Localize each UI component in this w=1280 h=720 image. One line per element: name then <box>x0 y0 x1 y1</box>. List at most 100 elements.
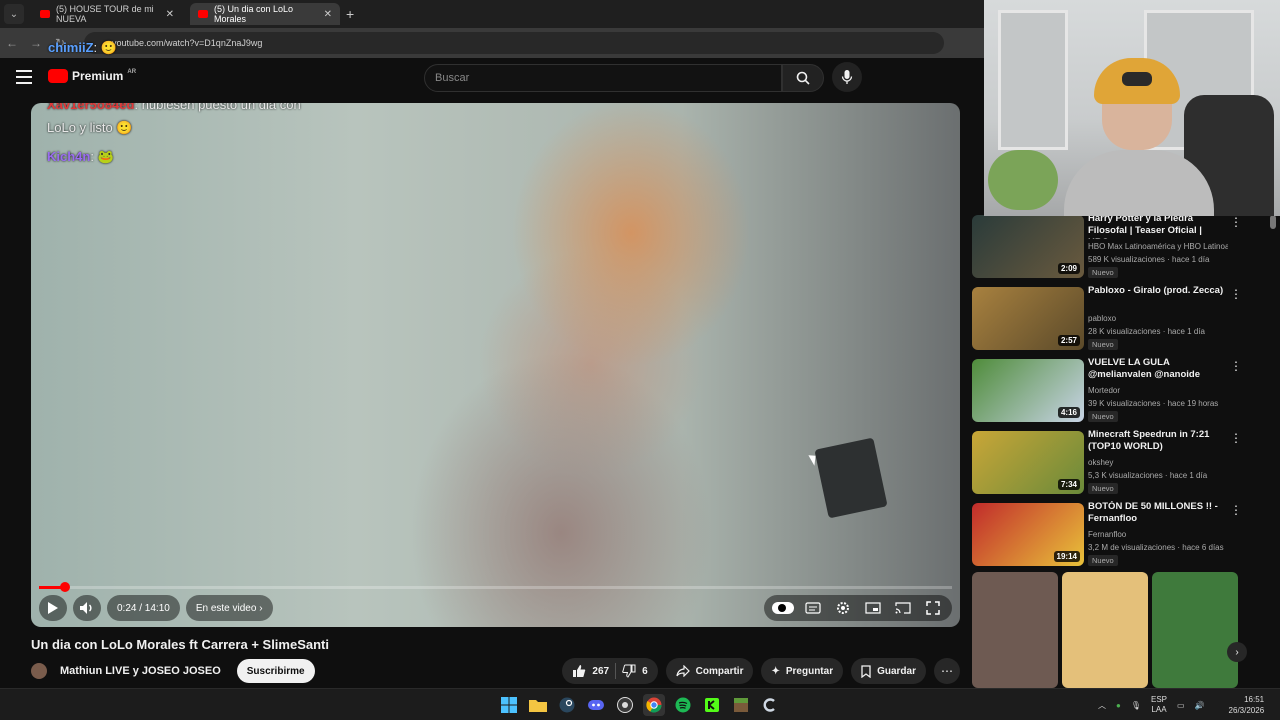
video-thumbnail[interactable]: 19:14 <box>972 503 1084 566</box>
youtube-favicon-icon <box>40 10 50 18</box>
rec-title[interactable]: Minecraft Speedrun in 7:21 (TOP10 WORLD) <box>1088 429 1228 453</box>
volume-button[interactable] <box>73 595 101 621</box>
new-tab-button[interactable]: + <box>346 6 354 22</box>
rec-meta: 28 K visualizaciones · hace 1 día <box>1088 327 1205 336</box>
search-button[interactable] <box>782 64 824 92</box>
rec-channel[interactable]: Mortedor <box>1088 386 1228 395</box>
video-thumbnail[interactable]: 2:57 <box>972 287 1084 350</box>
menu-icon[interactable] <box>16 70 32 84</box>
forward-arrow-icon[interactable]: → <box>24 36 48 50</box>
steam-icon[interactable] <box>556 694 578 716</box>
recommendation-item[interactable]: 7:34 Minecraft Speedrun in 7:21 (TOP10 W… <box>972 429 1272 503</box>
chevron-right-icon[interactable]: › <box>1227 642 1247 662</box>
video-thumbnail[interactable]: 4:16 <box>972 359 1084 422</box>
rec-title[interactable]: Pabloxo - Giralo (prod. Zecca) <box>1088 285 1228 297</box>
short-thumbnail[interactable] <box>1062 572 1148 688</box>
miniplayer-button[interactable] <box>860 597 886 619</box>
lang-layout: LAA <box>1151 705 1167 714</box>
app-c-icon[interactable] <box>759 694 781 716</box>
avatar[interactable] <box>31 663 47 679</box>
kick-icon[interactable] <box>701 694 723 716</box>
autoplay-toggle[interactable] <box>770 597 796 619</box>
tab-search-button[interactable]: ⌄ <box>4 4 24 24</box>
clock[interactable]: 16:51 26/3/2026 <box>1229 694 1265 716</box>
rec-title[interactable]: Harry Potter y la Piedra Filosofal | Tea… <box>1088 213 1228 239</box>
voice-search-button[interactable] <box>832 62 862 92</box>
short-thumbnail[interactable] <box>1152 572 1238 688</box>
discord-icon[interactable] <box>585 694 607 716</box>
play-button[interactable] <box>39 595 67 621</box>
sidebar-scrollbar[interactable] <box>1270 215 1276 229</box>
cast-icon <box>895 602 911 614</box>
subscribe-button[interactable]: Suscribirme <box>236 659 315 683</box>
video-player[interactable]: Xav1er5o84ed: hubiesen puesto un dia con… <box>31 103 960 627</box>
more-vertical-icon[interactable]: ⋮ <box>1230 503 1242 517</box>
recommendation-item[interactable]: 19:14 BOTÓN DE 50 MILLONES !! - Fernanfl… <box>972 501 1272 575</box>
search-input[interactable]: Buscar <box>424 64 782 92</box>
dislike-count[interactable]: 6 <box>642 666 648 677</box>
browser-tab-house-tour[interactable]: (5) HOUSE TOUR de mi NUEVA ✕ <box>32 3 182 25</box>
duration-badge: 4:16 <box>1057 407 1080 418</box>
chrome-icon[interactable] <box>643 694 665 716</box>
recommendation-item[interactable]: 2:57 Pabloxo - Giralo (prod. Zecca) pabl… <box>972 285 1272 359</box>
security-icon[interactable]: ● <box>1116 701 1121 710</box>
share-button[interactable]: Compartir <box>665 658 754 684</box>
save-button[interactable]: Guardar <box>851 658 926 684</box>
channel-name[interactable]: Mathiun LIVE y JOSEO JOSEO <box>60 665 221 677</box>
rec-channel[interactable]: pabloxo <box>1088 314 1228 323</box>
recommendations-list: 2:09 Harry Potter y la Piedra Filosofal … <box>972 213 1272 575</box>
minecraft-icon[interactable] <box>730 694 752 716</box>
thumbs-down-icon[interactable] <box>622 664 636 678</box>
settings-button[interactable] <box>830 597 856 619</box>
rec-channel[interactable]: Fernanfloo <box>1088 530 1228 539</box>
progress-scrubber[interactable] <box>59 582 70 592</box>
thumbs-up-icon[interactable] <box>572 664 586 678</box>
obs-icon[interactable] <box>614 694 636 716</box>
browser-tab-lolo[interactable]: (5) Un dia con LoLo Morales ✕ <box>190 3 340 25</box>
input-language[interactable]: ESP LAA <box>1151 695 1167 715</box>
rec-channel[interactable]: okshey <box>1088 458 1228 467</box>
file-explorer-icon[interactable] <box>527 694 549 716</box>
recommendation-item[interactable]: 2:09 Harry Potter y la Piedra Filosofal … <box>972 213 1272 287</box>
more-vertical-icon[interactable]: ⋮ <box>1230 431 1242 445</box>
shorts-shelf: › <box>972 572 1272 688</box>
ask-label: Preguntar <box>785 665 834 677</box>
new-badge: Nuevo <box>1088 555 1118 566</box>
spotify-icon[interactable] <box>672 694 694 716</box>
video-thumbnail[interactable]: 7:34 <box>972 431 1084 494</box>
like-count[interactable]: 267 <box>592 666 609 677</box>
duration-badge: 2:09 <box>1057 263 1080 274</box>
monitor-icon[interactable]: ▭ <box>1177 701 1185 710</box>
video-thumbnail[interactable]: 2:09 <box>972 215 1084 278</box>
rec-channel[interactable]: HBO Max Latinoamérica y HBO Latinoa... <box>1088 242 1228 251</box>
close-icon[interactable]: ✕ <box>166 9 174 20</box>
in-this-video-button[interactable]: En este video › <box>185 595 273 621</box>
screen: ⌄ (5) HOUSE TOUR de mi NUEVA ✕ (5) Un di… <box>0 0 1280 720</box>
close-icon[interactable]: ✕ <box>324 9 332 20</box>
progress-bar[interactable] <box>39 582 952 592</box>
fullscreen-button[interactable] <box>920 597 946 619</box>
volume-tray-icon[interactable]: 🔊 <box>1195 701 1205 710</box>
fullscreen-icon <box>926 601 940 615</box>
back-arrow-icon[interactable]: ← <box>0 36 24 50</box>
recommendation-item[interactable]: 4:16 VUELVE LA GULA @melianvalen @nanoid… <box>972 357 1272 431</box>
more-vertical-icon[interactable]: ⋮ <box>1230 287 1242 301</box>
short-thumbnail[interactable] <box>972 572 1058 688</box>
youtube-logo[interactable]: Premium AR <box>48 69 136 83</box>
more-vertical-icon[interactable]: ⋮ <box>1230 215 1242 229</box>
url-field[interactable]: youtube.com/watch?v=D1qnZnaJ9wg <box>84 32 944 54</box>
more-vertical-icon[interactable]: ⋮ <box>1230 359 1242 373</box>
new-badge: Nuevo <box>1088 411 1118 422</box>
duration-badge: 2:57 <box>1057 335 1080 346</box>
more-options-button[interactable]: ⋯ <box>934 658 960 684</box>
ask-button[interactable]: ✦ Preguntar <box>761 658 844 684</box>
microphone-tray-icon[interactable]: 🎙 <box>1131 701 1141 710</box>
bookmark-icon <box>861 664 871 678</box>
rec-title[interactable]: VUELVE LA GULA @melianvalen @nanoide <box>1088 357 1228 381</box>
subtitles-button[interactable] <box>800 597 826 619</box>
windows-start-icon[interactable] <box>498 694 520 716</box>
cast-button[interactable] <box>890 597 916 619</box>
chevron-up-icon[interactable]: ︿ <box>1098 700 1106 711</box>
rec-title[interactable]: BOTÓN DE 50 MILLONES !! - Fernanfloo <box>1088 501 1228 525</box>
like-dislike-pill: 267 6 <box>562 658 658 684</box>
